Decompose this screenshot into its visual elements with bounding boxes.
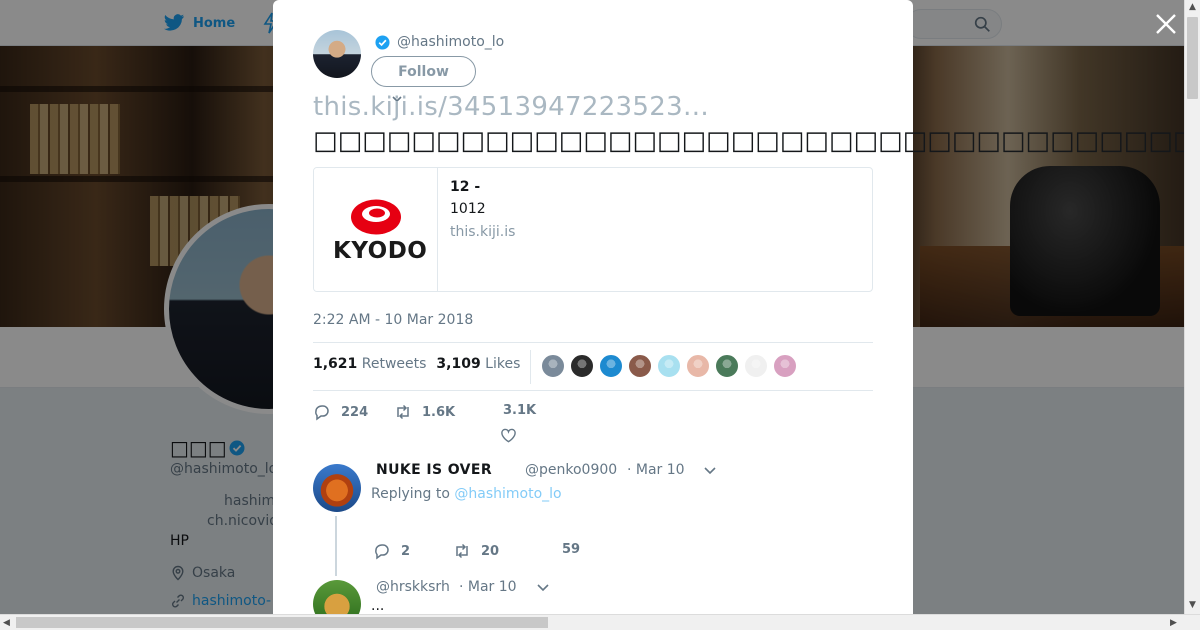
reply-icon	[375, 544, 389, 560]
retweet-icon	[397, 404, 409, 420]
verified-badge-icon	[375, 35, 390, 50]
liker-avatar[interactable]	[570, 354, 594, 378]
heart-icon[interactable]	[500, 427, 517, 444]
reply-author-handle[interactable]: @hrskksrh	[376, 579, 450, 595]
chevron-down-icon[interactable]	[703, 466, 717, 476]
reply-avatar[interactable]	[313, 464, 361, 512]
retweet-button[interactable]: 20	[453, 542, 499, 560]
card-title: 12 -	[450, 179, 481, 195]
kyodo-logo-icon	[351, 199, 401, 235]
tweet-link-text[interactable]: this.kiji.is/34513947223523…	[313, 92, 709, 122]
reply-text: ...	[371, 598, 385, 614]
vertical-scroll-thumb[interactable]	[1187, 17, 1198, 99]
likes-count: 3,109	[436, 356, 481, 372]
reply-author-name[interactable]: NUKE IS OVER	[376, 462, 492, 478]
liker-avatar[interactable]	[773, 354, 797, 378]
retweet-icon	[456, 543, 468, 559]
replying-to: Replying to @hashimoto_lo	[371, 486, 562, 502]
scroll-left-arrow-icon[interactable]: ◀	[3, 618, 10, 628]
retweet-count: 1.6K	[422, 404, 456, 420]
scroll-down-arrow-icon[interactable]: ▼	[1189, 600, 1196, 610]
card-description: 1012	[450, 201, 486, 217]
tweet-author-avatar[interactable]	[313, 30, 361, 78]
reply-timestamp[interactable]: · Mar 10	[459, 579, 517, 595]
like-count: 3.1K	[503, 403, 537, 418]
reply-count: 2	[401, 543, 411, 559]
likers-avatar-list	[541, 354, 797, 378]
divider	[313, 342, 873, 343]
tweet-author-handle[interactable]: @hashimoto_lo	[397, 34, 504, 50]
kyodo-logo-text: KYODO	[333, 238, 428, 264]
horizontal-scroll-thumb[interactable]	[16, 617, 548, 628]
replying-to-handle[interactable]: @hashimoto_lo	[454, 486, 561, 502]
likes-stat[interactable]: 3,109 Likes	[436, 356, 520, 372]
likes-label: Likes	[485, 356, 521, 372]
link-preview-card[interactable]: KYODO 12 - 1012 this.kiji.is	[313, 167, 873, 292]
like-button[interactable]: 59	[562, 542, 580, 557]
retweets-count: 1,621	[313, 356, 358, 372]
reply-icon	[315, 405, 329, 421]
scroll-right-arrow-icon[interactable]: ▶	[1170, 618, 1177, 628]
divider	[313, 390, 873, 391]
vertical-scrollbar[interactable]: ▲ ▼	[1184, 0, 1200, 614]
liker-avatar[interactable]	[686, 354, 710, 378]
card-domain: this.kiji.is	[450, 224, 516, 240]
reply-button[interactable]: 224	[313, 403, 368, 421]
reply-button[interactable]: 2	[373, 542, 410, 560]
thread-connector-line	[335, 516, 337, 576]
follow-button[interactable]: Follow	[371, 56, 476, 87]
liker-avatar[interactable]	[657, 354, 681, 378]
retweets-label: Retweets	[361, 356, 427, 372]
retweet-button[interactable]: 1.6K	[394, 403, 455, 421]
like-button[interactable]: 3.1K	[503, 403, 536, 418]
tweet-body-text: □□□□□□□□□□□□□□□□□□□□□□□□□□□□□□□□□□□□□□□□…	[313, 126, 1200, 156]
chevron-down-icon[interactable]	[536, 583, 550, 593]
close-icon[interactable]	[1154, 12, 1178, 36]
liker-avatar[interactable]	[715, 354, 739, 378]
reply-timestamp[interactable]: · Mar 10	[627, 462, 685, 478]
scroll-up-arrow-icon[interactable]: ▲	[1189, 2, 1196, 12]
tweet-timestamp: 2:22 AM - 10 Mar 2018	[313, 312, 474, 328]
card-thumbnail: KYODO	[314, 168, 438, 291]
tweet-permalink-modal: @hashimoto_lo Follow this.kiji.is/345139…	[273, 0, 1200, 628]
liker-avatar[interactable]	[628, 354, 652, 378]
replying-prefix: Replying to	[371, 486, 450, 502]
retweets-stat[interactable]: 1,621 Retweets	[313, 356, 426, 372]
divider	[530, 350, 531, 384]
liker-avatar[interactable]	[541, 354, 565, 378]
retweet-count: 20	[481, 543, 500, 559]
like-count: 59	[562, 542, 581, 557]
reply-count: 224	[341, 404, 369, 420]
reply-author-handle[interactable]: @penko0900	[525, 462, 617, 478]
liker-avatar[interactable]	[599, 354, 623, 378]
liker-avatar[interactable]	[744, 354, 768, 378]
horizontal-scrollbar[interactable]: ◀ ▶	[0, 614, 1200, 630]
tweet-stats: 1,621 Retweets 3,109 Likes	[313, 356, 520, 372]
close-modal-button[interactable]	[1154, 12, 1178, 36]
